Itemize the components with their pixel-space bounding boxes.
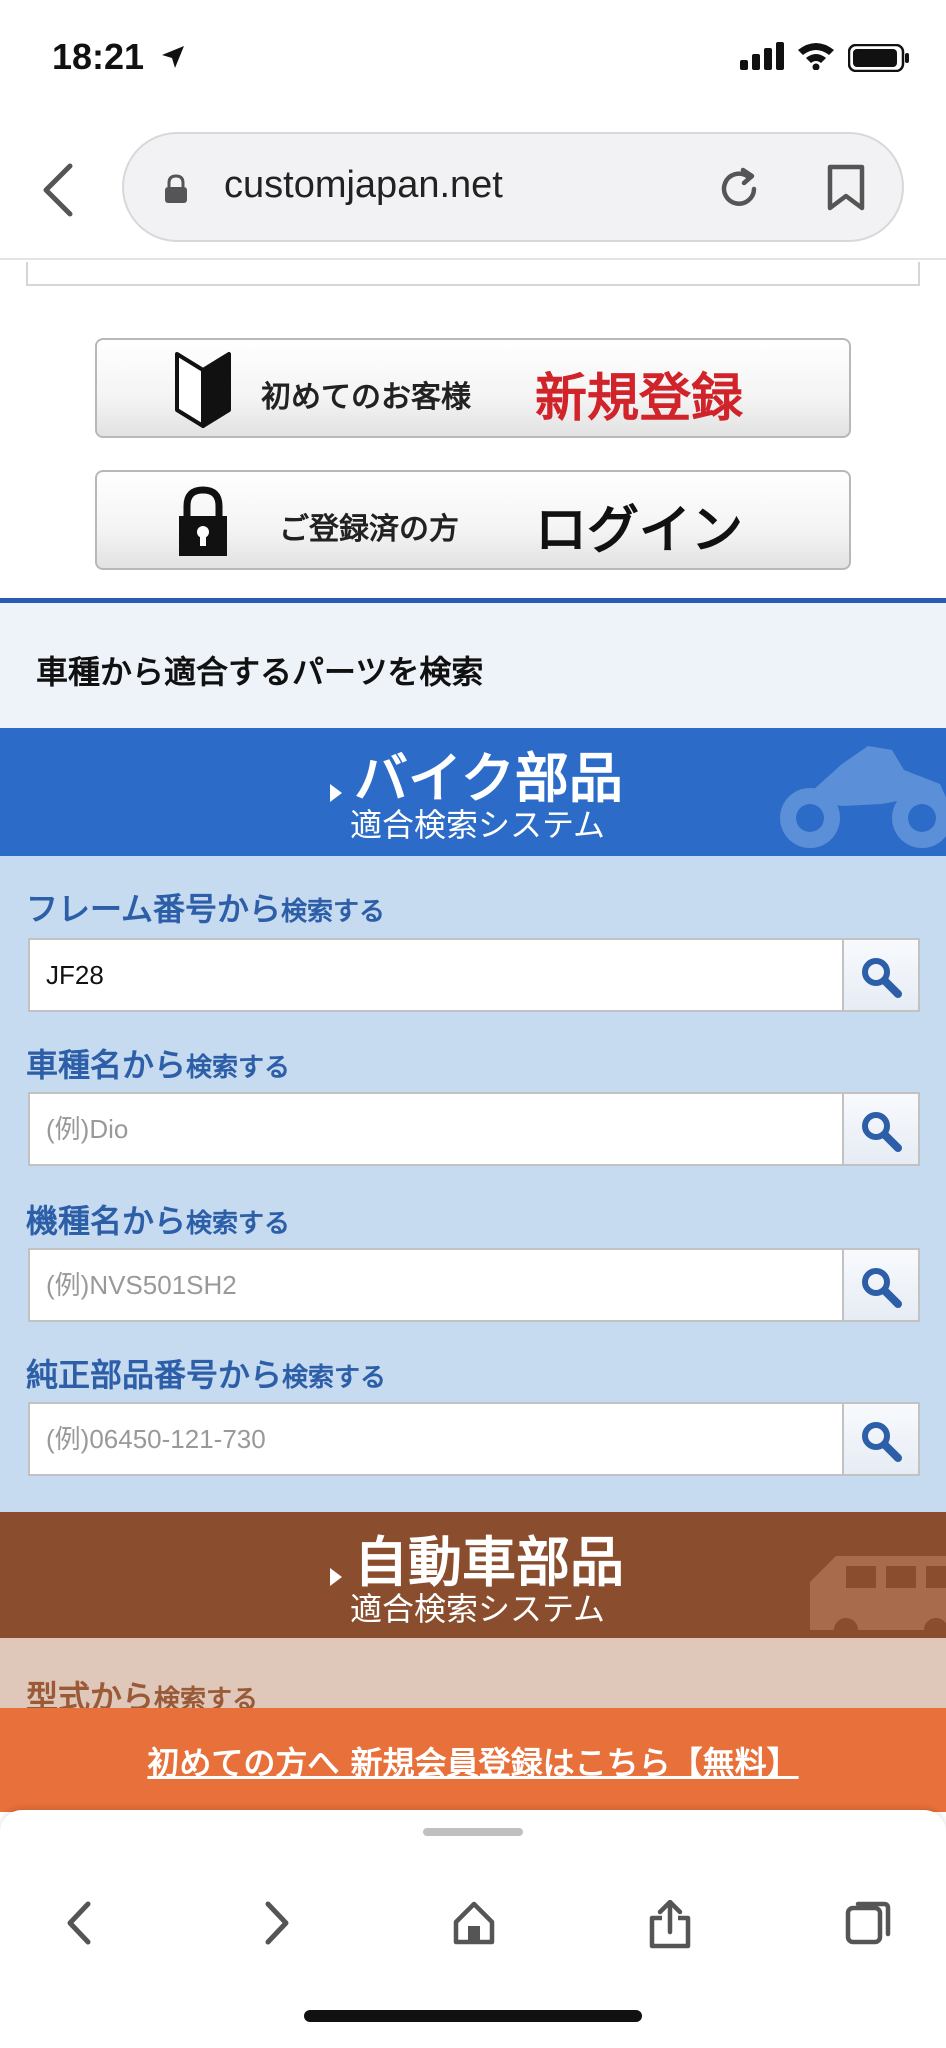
- machine-name-label: 機種名から検索する: [26, 1196, 290, 1242]
- login-title: ログイン: [535, 501, 744, 561]
- machine-name-label-text: 機種名から: [26, 1202, 187, 1240]
- magnifier-icon: [862, 958, 902, 998]
- bike-search-panel: フレーム番号から検索する 車種名から検索する 機種名から検索する 純正部品番号か…: [0, 856, 946, 1512]
- browser-address-row: customjapan.net: [0, 120, 946, 260]
- signup-cta-banner[interactable]: 初めての方へ 新規会員登録はこちら【無料】: [0, 1708, 946, 1812]
- frame-number-label: フレーム番号から検索する: [26, 884, 385, 930]
- toolbar-grabber[interactable]: [423, 1828, 523, 1836]
- status-bar: 18:21: [0, 0, 946, 120]
- frame-number-search-button[interactable]: [844, 938, 920, 1012]
- machine-name-search-button[interactable]: [844, 1248, 920, 1322]
- content-frame-edge: [26, 262, 920, 286]
- chevron-left-icon: [67, 1901, 91, 1945]
- magnifier-icon: [862, 1422, 902, 1462]
- location-arrow-icon: [162, 46, 184, 68]
- reload-icon[interactable]: [716, 166, 762, 212]
- fitment-search-section: 車種から適合するパーツを検索: [0, 598, 946, 728]
- address-bar[interactable]: customjapan.net: [122, 132, 904, 242]
- chevron-right-icon: [265, 1901, 289, 1945]
- model-name-search-button[interactable]: [844, 1092, 920, 1166]
- home-icon: [453, 1901, 495, 1945]
- oem-part-number-search-button[interactable]: [844, 1402, 920, 1476]
- oem-part-number-label: 純正部品番号から検索する: [26, 1350, 386, 1396]
- car-icon: [810, 1556, 946, 1638]
- share-icon: [649, 1900, 691, 1949]
- tabs-button[interactable]: [824, 1880, 904, 1960]
- cellular-signal-icon: [740, 42, 784, 70]
- url-text: customjapan.net: [224, 164, 503, 206]
- model-name-label: 車種名から検索する: [26, 1040, 290, 1086]
- back-button[interactable]: [40, 1880, 120, 1960]
- magnifier-icon: [862, 1112, 902, 1152]
- machine-name-input[interactable]: [28, 1248, 844, 1322]
- oem-part-number-field: [28, 1402, 920, 1476]
- model-name-label-suffix: 検索する: [186, 1053, 291, 1083]
- register-subtitle: 初めてのお客様: [261, 380, 471, 415]
- car-type-label-text: 型式から: [26, 1678, 155, 1710]
- frame-number-input[interactable]: [28, 938, 844, 1012]
- bike-parts-banner[interactable]: バイク部品 適合検索システム: [0, 728, 946, 856]
- bike-banner-subtitle: 適合検索システム: [350, 806, 606, 844]
- status-time: 18:21: [52, 36, 145, 77]
- triangle-right-icon: [330, 784, 342, 802]
- frame-number-label-suffix: 検索する: [281, 897, 386, 927]
- register-title: 新規登録: [535, 369, 744, 429]
- car-type-label-suffix: 検索する: [154, 1685, 259, 1710]
- machine-name-field: [28, 1248, 920, 1322]
- car-parts-banner[interactable]: 自動車部品 適合検索システム: [0, 1512, 946, 1638]
- triangle-right-icon: [330, 1568, 342, 1586]
- bookmark-icon[interactable]: [826, 164, 866, 212]
- register-button[interactable]: 初めてのお客様 新規登録: [95, 338, 851, 438]
- login-button[interactable]: ご登録済の方 ログイン: [95, 470, 851, 570]
- motorcycle-icon: [780, 746, 946, 848]
- frame-number-label-text: フレーム番号から: [26, 890, 282, 928]
- tabs-icon: [845, 1901, 891, 1945]
- lock-icon: [165, 174, 187, 203]
- padlock-icon: [179, 486, 227, 556]
- oem-part-number-label-suffix: 検索する: [282, 1363, 387, 1393]
- browser-toolbar: [0, 1810, 946, 2048]
- model-name-label-text: 車種名から: [26, 1046, 187, 1084]
- car-banner-subtitle: 適合検索システム: [350, 1590, 606, 1628]
- model-name-input[interactable]: [28, 1092, 844, 1166]
- forward-button[interactable]: [236, 1880, 316, 1960]
- login-subtitle: ご登録済の方: [279, 512, 459, 547]
- wifi-icon: [798, 43, 834, 70]
- oem-part-number-input[interactable]: [28, 1402, 844, 1476]
- browser-back-icon[interactable]: [40, 162, 76, 218]
- model-name-field: [28, 1092, 920, 1166]
- machine-name-label-suffix: 検索する: [186, 1209, 291, 1239]
- battery-icon: [848, 44, 909, 72]
- home-button[interactable]: [432, 1880, 512, 1960]
- frame-number-field: [28, 938, 920, 1012]
- car-type-label: 型式から検索する: [26, 1672, 258, 1710]
- section-title: 車種から適合するパーツを検索: [36, 653, 484, 691]
- car-search-panel: 型式から検索する: [0, 1638, 946, 1710]
- signup-cta-link[interactable]: 初めての方へ 新規会員登録はこちら【無料】: [0, 1738, 946, 1784]
- magnifier-icon: [862, 1268, 902, 1308]
- home-indicator: [304, 2010, 642, 2022]
- share-button[interactable]: [628, 1880, 708, 1960]
- beginner-mark-icon: [175, 352, 231, 428]
- oem-part-number-label-text: 純正部品番号から: [26, 1356, 283, 1394]
